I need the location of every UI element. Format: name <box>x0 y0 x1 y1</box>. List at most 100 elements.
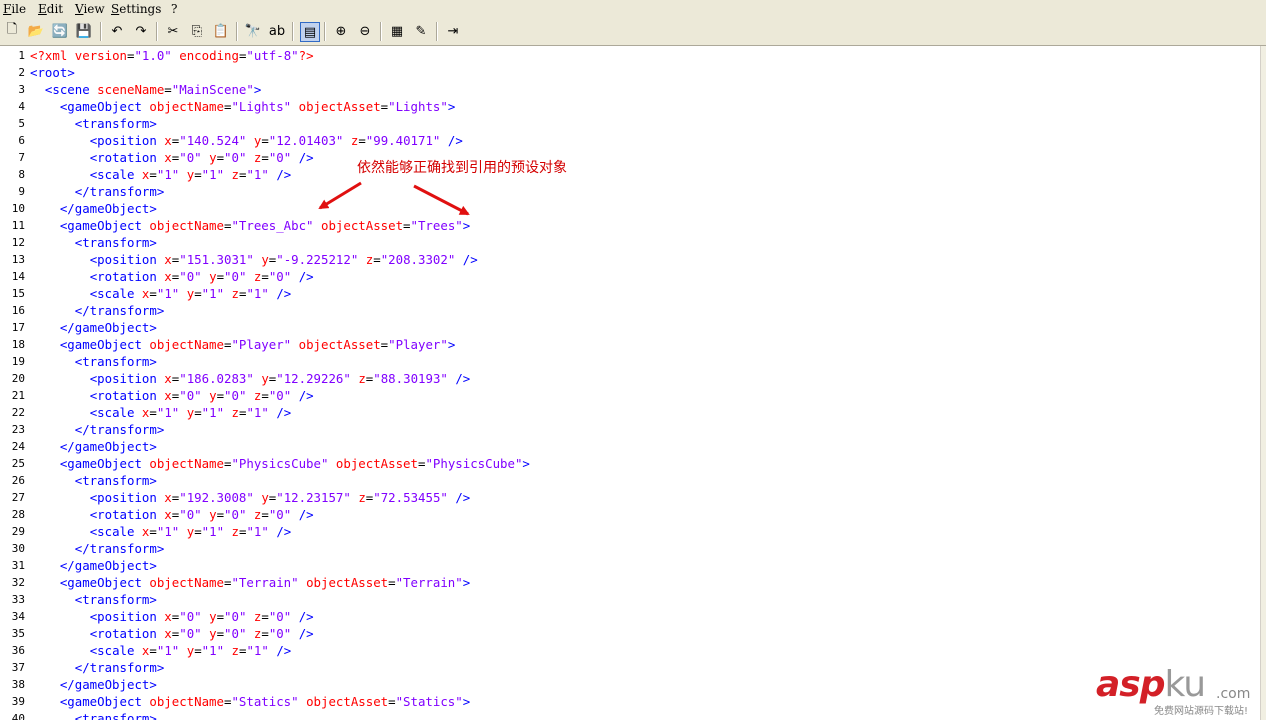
code-line[interactable]: 17 </gameObject> <box>0 319 1260 336</box>
scheme-icon[interactable]: ▦ <box>388 22 406 40</box>
code-editor[interactable]: 1 <?xml version="1.0" encoding="utf-8"?> 2… <box>0 46 1260 720</box>
code-line[interactable]: 30 </transform> <box>0 540 1260 557</box>
code-text: <scale x="1" y="1" z="1" /> <box>89 524 292 539</box>
copy-icon[interactable]: ⎘ <box>188 22 206 40</box>
toolbar-separator <box>292 22 294 41</box>
line-number: 10 <box>11 202 25 215</box>
code-text: <gameObject objectName="Trees_Abc" objec… <box>59 218 471 233</box>
code-line[interactable]: 35 <rotation x="0" y="0" z="0" /> <box>0 625 1260 642</box>
zoom-out-icon[interactable]: ⊖ <box>356 22 374 40</box>
redo-icon[interactable]: ↷ <box>132 22 150 40</box>
code-line[interactable]: 5 <transform> <box>0 115 1260 132</box>
find-icon[interactable]: 🔭 <box>244 22 262 40</box>
toolbar-separator <box>156 22 158 41</box>
toolbar-separator <box>436 22 438 41</box>
menu-settings[interactable]: Settings <box>111 2 161 16</box>
code-line[interactable]: 25 <gameObject objectName="PhysicsCube" … <box>0 455 1260 472</box>
code-line[interactable]: 8 <scale x="1" y="1" z="1" /> <box>0 166 1260 183</box>
code-line[interactable]: 33 <transform> <box>0 591 1260 608</box>
code-line[interactable]: 34 <position x="0" y="0" z="0" /> <box>0 608 1260 625</box>
line-number: 26 <box>11 474 25 487</box>
code-line[interactable]: 13 <position x="151.3031" y="-9.225212" … <box>0 251 1260 268</box>
code-line[interactable]: 15 <scale x="1" y="1" z="1" /> <box>0 285 1260 302</box>
menu-help[interactable]: ? <box>171 2 177 16</box>
code-line[interactable]: 11 <gameObject objectName="Trees_Abc" ob… <box>0 217 1260 234</box>
menu-view[interactable]: View <box>75 2 105 16</box>
word-wrap-icon[interactable]: ▤ <box>300 22 320 42</box>
code-text: <scale x="1" y="1" z="1" /> <box>89 405 292 420</box>
code-line[interactable]: 28 <rotation x="0" y="0" z="0" /> <box>0 506 1260 523</box>
code-line[interactable]: 36 <scale x="1" y="1" z="1" /> <box>0 642 1260 659</box>
code-line[interactable]: 14 <rotation x="0" y="0" z="0" /> <box>0 268 1260 285</box>
line-number: 38 <box>11 678 25 691</box>
code-text: <transform> <box>74 116 157 131</box>
line-number: 37 <box>11 661 25 674</box>
code-line[interactable]: 18 <gameObject objectName="Player" objec… <box>0 336 1260 353</box>
code-line[interactable]: 6 <position x="140.524" y="12.01403" z="… <box>0 132 1260 149</box>
code-line[interactable]: 31 </gameObject> <box>0 557 1260 574</box>
code-line[interactable]: 16 </transform> <box>0 302 1260 319</box>
line-number: 20 <box>11 372 25 385</box>
code-text: <gameObject objectName="Lights" objectAs… <box>59 99 456 114</box>
code-text: <position x="186.0283" y="12.29226" z="8… <box>89 371 471 386</box>
code-line[interactable]: 21 <rotation x="0" y="0" z="0" /> <box>0 387 1260 404</box>
code-line[interactable]: 26 <transform> <box>0 472 1260 489</box>
line-number: 21 <box>11 389 25 402</box>
code-line[interactable]: 9 </transform> <box>0 183 1260 200</box>
code-line[interactable]: 29 <scale x="1" y="1" z="1" /> <box>0 523 1260 540</box>
line-number: 14 <box>11 270 25 283</box>
reload-icon[interactable]: 🔄 <box>51 22 69 40</box>
code-line[interactable]: 27 <position x="192.3008" y="12.23157" z… <box>0 489 1260 506</box>
code-text: <scale x="1" y="1" z="1" /> <box>89 643 292 658</box>
code-text: </gameObject> <box>59 558 157 573</box>
code-line[interactable]: 32 <gameObject objectName="Terrain" obje… <box>0 574 1260 591</box>
code-text: <rotation x="0" y="0" z="0" /> <box>89 388 314 403</box>
code-line[interactable]: 1 <?xml version="1.0" encoding="utf-8"?> <box>0 47 1260 64</box>
code-line[interactable]: 40 <transform> <box>0 710 1260 720</box>
line-number: 24 <box>11 440 25 453</box>
code-line[interactable]: 22 <scale x="1" y="1" z="1" /> <box>0 404 1260 421</box>
code-line[interactable]: 4 <gameObject objectName="Lights" object… <box>0 98 1260 115</box>
paste-icon[interactable]: 📋 <box>212 22 230 40</box>
line-number: 27 <box>11 491 25 504</box>
code-line[interactable]: 3 <scene sceneName="MainScene"> <box>0 81 1260 98</box>
line-number: 30 <box>11 542 25 555</box>
line-number: 18 <box>11 338 25 351</box>
code-line[interactable]: 24 </gameObject> <box>0 438 1260 455</box>
code-line[interactable]: 37 </transform> <box>0 659 1260 676</box>
line-number: 39 <box>11 695 25 708</box>
code-text: </transform> <box>74 303 165 318</box>
undo-icon[interactable]: ↶ <box>108 22 126 40</box>
code-text: <position x="140.524" y="12.01403" z="99… <box>89 133 463 148</box>
code-line[interactable]: 2 <root> <box>0 64 1260 81</box>
exit-icon[interactable]: ⇥ <box>444 22 462 40</box>
cut-icon[interactable]: ✂ <box>164 22 182 40</box>
menu-file[interactable]: File <box>3 2 26 16</box>
replace-icon[interactable]: ab <box>268 22 286 40</box>
code-text: <rotation x="0" y="0" z="0" /> <box>89 626 314 641</box>
code-line[interactable]: 7 <rotation x="0" y="0" z="0" /> <box>0 149 1260 166</box>
code-line[interactable]: 10 </gameObject> <box>0 200 1260 217</box>
zoom-in-icon[interactable]: ⊕ <box>332 22 350 40</box>
code-line[interactable]: 20 <position x="186.0283" y="12.29226" z… <box>0 370 1260 387</box>
code-line[interactable]: 39 <gameObject objectName="Statics" obje… <box>0 693 1260 710</box>
vertical-scrollbar[interactable] <box>1260 46 1266 720</box>
customize-icon[interactable]: ✎ <box>412 22 430 40</box>
open-file-icon[interactable]: 📂 <box>27 22 45 40</box>
save-icon[interactable]: 💾 <box>75 22 93 40</box>
code-text: <position x="192.3008" y="12.23157" z="7… <box>89 490 471 505</box>
line-number: 5 <box>18 117 25 130</box>
line-number: 16 <box>11 304 25 317</box>
toolbar-separator <box>380 22 382 41</box>
code-line[interactable]: 19 <transform> <box>0 353 1260 370</box>
code-line[interactable]: 38 </gameObject> <box>0 676 1260 693</box>
toolbar: 🗋 📂 🔄 💾 ↶ ↷ ✂ ⎘ 📋 🔭 ab ▤ ⊕ ⊖ ▦ ✎ ⇥ <box>0 18 1266 46</box>
line-number: 28 <box>11 508 25 521</box>
menu-edit[interactable]: Edit <box>38 2 63 16</box>
line-number: 29 <box>11 525 25 538</box>
code-line[interactable]: 12 <transform> <box>0 234 1260 251</box>
code-text: <gameObject objectName="Statics" objectA… <box>59 694 471 709</box>
new-file-icon[interactable]: 🗋 <box>3 22 21 40</box>
code-line[interactable]: 23 </transform> <box>0 421 1260 438</box>
code-text: </transform> <box>74 184 165 199</box>
